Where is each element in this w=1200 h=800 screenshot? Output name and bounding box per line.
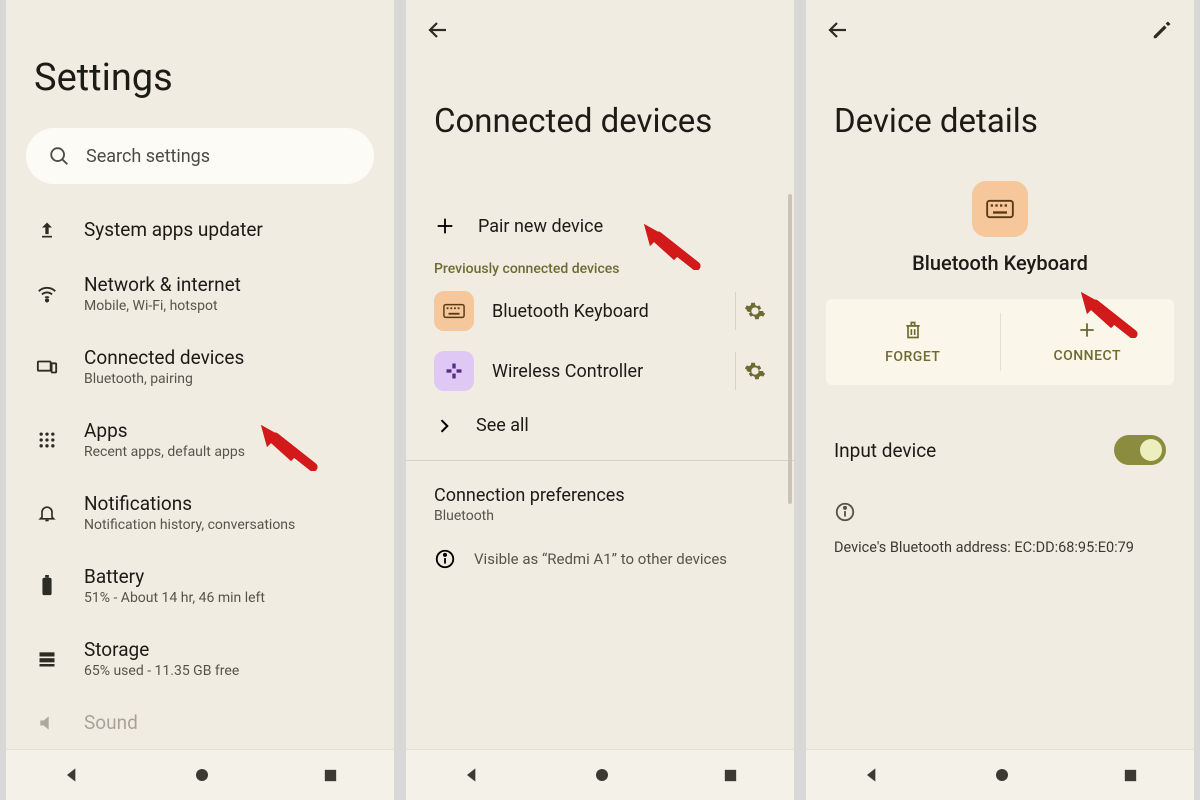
upload-icon	[34, 220, 60, 240]
device-hero: Bluetooth Keyboard	[806, 181, 1194, 299]
scrollbar[interactable]	[788, 194, 792, 504]
nav-home-icon[interactable]	[993, 766, 1011, 784]
nav-home-icon[interactable]	[193, 766, 211, 784]
battery-icon	[34, 575, 60, 597]
apps-icon	[34, 430, 60, 450]
settings-item-connected-devices[interactable]: Connected devices Bluetooth, pairing	[6, 330, 394, 403]
info-icon	[434, 548, 456, 570]
info-icon	[834, 501, 1166, 523]
storage-icon	[34, 649, 60, 669]
device-row-keyboard[interactable]: Bluetooth Keyboard	[406, 281, 794, 341]
nav-back-icon[interactable]	[62, 765, 82, 785]
settings-item-notifications[interactable]: Notifications Notification history, conv…	[6, 476, 394, 549]
connection-preferences-item[interactable]: Connection preferences Bluetooth	[406, 471, 794, 526]
device-name-label: Bluetooth Keyboard	[912, 251, 1088, 275]
nav-recent-icon[interactable]	[1122, 767, 1139, 784]
settings-item-storage[interactable]: Storage 65% used - 11.35 GB free	[6, 622, 394, 695]
bluetooth-address-info: Device's Bluetooth address: EC:DD:68:95:…	[806, 495, 1194, 562]
action-bar: FORGET CONNECT	[826, 299, 1174, 385]
connect-button[interactable]: CONNECT	[1001, 299, 1175, 385]
keyboard-icon	[434, 291, 474, 331]
chevron-right-icon	[434, 416, 454, 436]
section-header-previous: Previously connected devices	[406, 251, 794, 281]
divider	[406, 460, 794, 461]
nav-home-icon[interactable]	[593, 766, 611, 784]
input-device-toggle[interactable]	[1114, 435, 1166, 465]
android-navbar	[806, 749, 1194, 800]
back-button[interactable]	[426, 18, 450, 42]
forget-button[interactable]: FORGET	[826, 299, 1000, 385]
settings-item-battery[interactable]: Battery 51% - About 14 hr, 46 min left	[6, 549, 394, 622]
settings-item-network[interactable]: Network & internet Mobile, Wi-Fi, hotspo…	[6, 257, 394, 330]
nav-recent-icon[interactable]	[722, 767, 739, 784]
nav-back-icon[interactable]	[462, 765, 482, 785]
devices-icon	[34, 356, 60, 378]
settings-item-system-apps-updater[interactable]: System apps updater	[6, 202, 394, 257]
nav-back-icon[interactable]	[862, 765, 882, 785]
device-settings-button[interactable]	[735, 292, 774, 330]
android-navbar	[6, 749, 394, 800]
plus-icon	[1077, 320, 1097, 340]
trash-icon	[903, 319, 923, 341]
settings-item-sound[interactable]: Sound	[6, 695, 394, 750]
search-icon	[48, 145, 70, 167]
search-input[interactable]: Search settings	[26, 128, 374, 184]
connected-devices-screen: Connected devices Pair new device Previo…	[406, 0, 794, 800]
visibility-info: Visible as “Redmi A1” to other devices	[406, 526, 794, 592]
device-details-screen: Device details Bluetooth Keyboard FORGET…	[806, 0, 1194, 800]
wifi-icon	[34, 283, 60, 305]
settings-screen: Settings Search settings System apps upd…	[6, 0, 394, 800]
page-title: Settings	[6, 0, 394, 128]
input-device-toggle-row: Input device	[806, 425, 1194, 495]
device-row-controller[interactable]: Wireless Controller	[406, 341, 794, 401]
page-title: Device details	[806, 48, 1194, 181]
pair-new-device-button[interactable]: Pair new device	[406, 201, 794, 251]
page-title: Connected devices	[406, 48, 794, 201]
device-settings-button[interactable]	[735, 352, 774, 390]
back-button[interactable]	[826, 18, 850, 42]
settings-item-apps[interactable]: Apps Recent apps, default apps	[6, 403, 394, 476]
nav-recent-icon[interactable]	[322, 767, 339, 784]
edit-button[interactable]	[1150, 18, 1174, 42]
sound-icon	[34, 713, 60, 733]
search-placeholder: Search settings	[86, 146, 210, 167]
plus-icon	[434, 215, 456, 237]
bell-icon	[34, 502, 60, 524]
gamepad-icon	[434, 351, 474, 391]
android-navbar	[406, 749, 794, 800]
keyboard-icon	[972, 181, 1028, 237]
see-all-button[interactable]: See all	[406, 401, 794, 450]
